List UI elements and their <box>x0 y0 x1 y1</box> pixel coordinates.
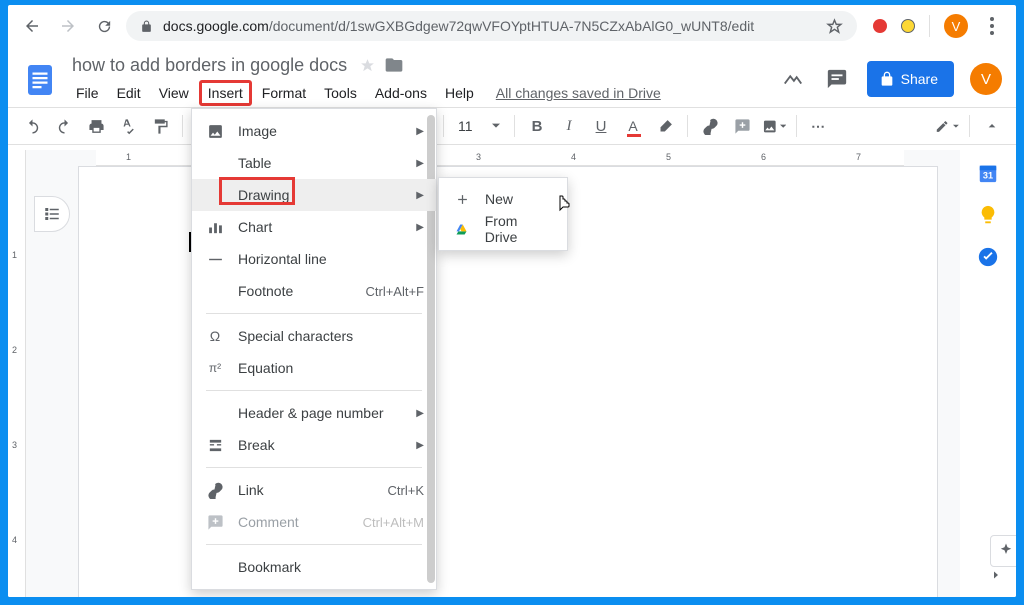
insert-image-button[interactable] <box>762 114 786 138</box>
bold-button[interactable]: B <box>525 114 549 138</box>
side-panel: 31 <box>960 150 1016 597</box>
menu-insert[interactable]: Insert <box>199 80 252 106</box>
back-button[interactable] <box>18 12 46 40</box>
reload-button[interactable] <box>90 12 118 40</box>
comments-icon[interactable] <box>823 65 851 93</box>
folder-icon[interactable] <box>384 55 404 75</box>
explore-button[interactable] <box>990 535 1016 567</box>
formatting-toolbar: 11 B I U A ⋯ <box>8 107 1016 145</box>
address-bar[interactable]: docs.google.com/document/d/1swGXBGdgew72… <box>126 11 857 41</box>
hline-icon <box>206 250 224 268</box>
editing-mode-button[interactable] <box>935 114 959 138</box>
chrome-menu-button[interactable] <box>982 17 1002 35</box>
extension-icon[interactable] <box>901 19 915 33</box>
menu-tools[interactable]: Tools <box>316 81 365 105</box>
outline-toggle-button[interactable] <box>34 196 70 232</box>
vertical-ruler[interactable]: 1 2 3 4 <box>8 150 26 597</box>
menu-item-break[interactable]: Break▶ <box>192 429 436 461</box>
drive-icon <box>453 220 471 238</box>
keep-icon[interactable] <box>977 204 999 226</box>
comment-icon <box>206 513 224 531</box>
menu-item-comment: CommentCtrl+Alt+M <box>192 506 436 538</box>
menu-bar: File Edit View Insert Format Tools Add-o… <box>68 80 779 106</box>
underline-button[interactable]: U <box>589 114 613 138</box>
share-button[interactable]: Share <box>867 61 954 97</box>
profile-avatar[interactable]: V <box>944 14 968 38</box>
table-icon <box>206 154 224 172</box>
drawing-icon <box>206 186 224 204</box>
calendar-icon[interactable]: 31 <box>977 162 999 184</box>
paint-format-button[interactable] <box>148 114 172 138</box>
mouse-cursor-icon <box>554 195 572 217</box>
image-icon <box>206 122 224 140</box>
submenu-item-new[interactable]: New <box>439 184 567 214</box>
menu-item-link[interactable]: LinkCtrl+K <box>192 474 436 506</box>
browser-toolbar: docs.google.com/document/d/1swGXBGdgew72… <box>8 5 1016 47</box>
url-text: docs.google.com/document/d/1swGXBGdgew72… <box>163 18 816 34</box>
menu-edit[interactable]: Edit <box>109 81 149 105</box>
collapse-toolbar-button[interactable] <box>980 114 1004 138</box>
insert-menu-dropdown: Image▶ Table▶ Drawing▶ Chart▶ Horizontal… <box>191 108 437 590</box>
menu-item-drawing[interactable]: Drawing▶ <box>192 179 436 211</box>
menu-item-table[interactable]: Table▶ <box>192 147 436 179</box>
font-size-select[interactable]: 11 <box>454 118 504 134</box>
plus-icon <box>453 190 471 208</box>
tasks-icon[interactable] <box>977 246 999 268</box>
menu-item-header-page-number[interactable]: Header & page number▶ <box>192 397 436 429</box>
text-color-button[interactable]: A <box>621 114 645 138</box>
star-icon[interactable] <box>826 18 843 35</box>
omega-icon: Ω <box>206 327 224 345</box>
equation-icon: π² <box>206 359 224 377</box>
more-button[interactable]: ⋯ <box>807 114 831 138</box>
menu-help[interactable]: Help <box>437 81 482 105</box>
drawing-submenu: New From Drive <box>438 177 568 251</box>
highlight-button[interactable] <box>653 114 677 138</box>
italic-button[interactable]: I <box>557 114 581 138</box>
spellcheck-button[interactable] <box>116 114 140 138</box>
menu-item-horizontal-line[interactable]: Horizontal line <box>192 243 436 275</box>
submenu-item-from-drive[interactable]: From Drive <box>439 214 567 244</box>
menu-item-special-characters[interactable]: ΩSpecial characters <box>192 320 436 352</box>
svg-text:31: 31 <box>983 171 993 181</box>
menu-item-footnote[interactable]: FootnoteCtrl+Alt+F <box>192 275 436 307</box>
add-comment-button[interactable] <box>730 114 754 138</box>
insert-link-button[interactable] <box>698 114 722 138</box>
account-avatar[interactable]: V <box>970 63 1002 95</box>
menu-item-image[interactable]: Image▶ <box>192 115 436 147</box>
menu-item-equation[interactable]: π²Equation <box>192 352 436 384</box>
menu-item-chart[interactable]: Chart▶ <box>192 211 436 243</box>
activity-icon[interactable] <box>779 65 807 93</box>
menu-file[interactable]: File <box>68 81 107 105</box>
document-title[interactable]: how to add borders in google docs <box>68 53 351 78</box>
redo-button[interactable] <box>52 114 76 138</box>
side-panel-toggle[interactable] <box>990 569 1002 581</box>
docs-header: how to add borders in google docs File E… <box>8 47 1016 107</box>
save-status[interactable]: All changes saved in Drive <box>496 85 661 101</box>
font-size-value: 11 <box>458 118 473 134</box>
menu-format[interactable]: Format <box>254 81 314 105</box>
undo-button[interactable] <box>20 114 44 138</box>
print-button[interactable] <box>84 114 108 138</box>
chart-icon <box>206 218 224 236</box>
extension-icon[interactable] <box>873 19 887 33</box>
star-icon[interactable] <box>359 57 376 74</box>
menu-view[interactable]: View <box>151 81 197 105</box>
lock-icon <box>140 20 153 33</box>
share-lock-icon <box>879 71 895 87</box>
docs-logo-icon[interactable] <box>22 62 58 98</box>
break-icon <box>206 436 224 454</box>
menu-item-bookmark[interactable]: Bookmark <box>192 551 436 583</box>
forward-button[interactable] <box>54 12 82 40</box>
share-label: Share <box>901 71 938 87</box>
link-icon <box>206 481 224 499</box>
menu-addons[interactable]: Add-ons <box>367 81 435 105</box>
